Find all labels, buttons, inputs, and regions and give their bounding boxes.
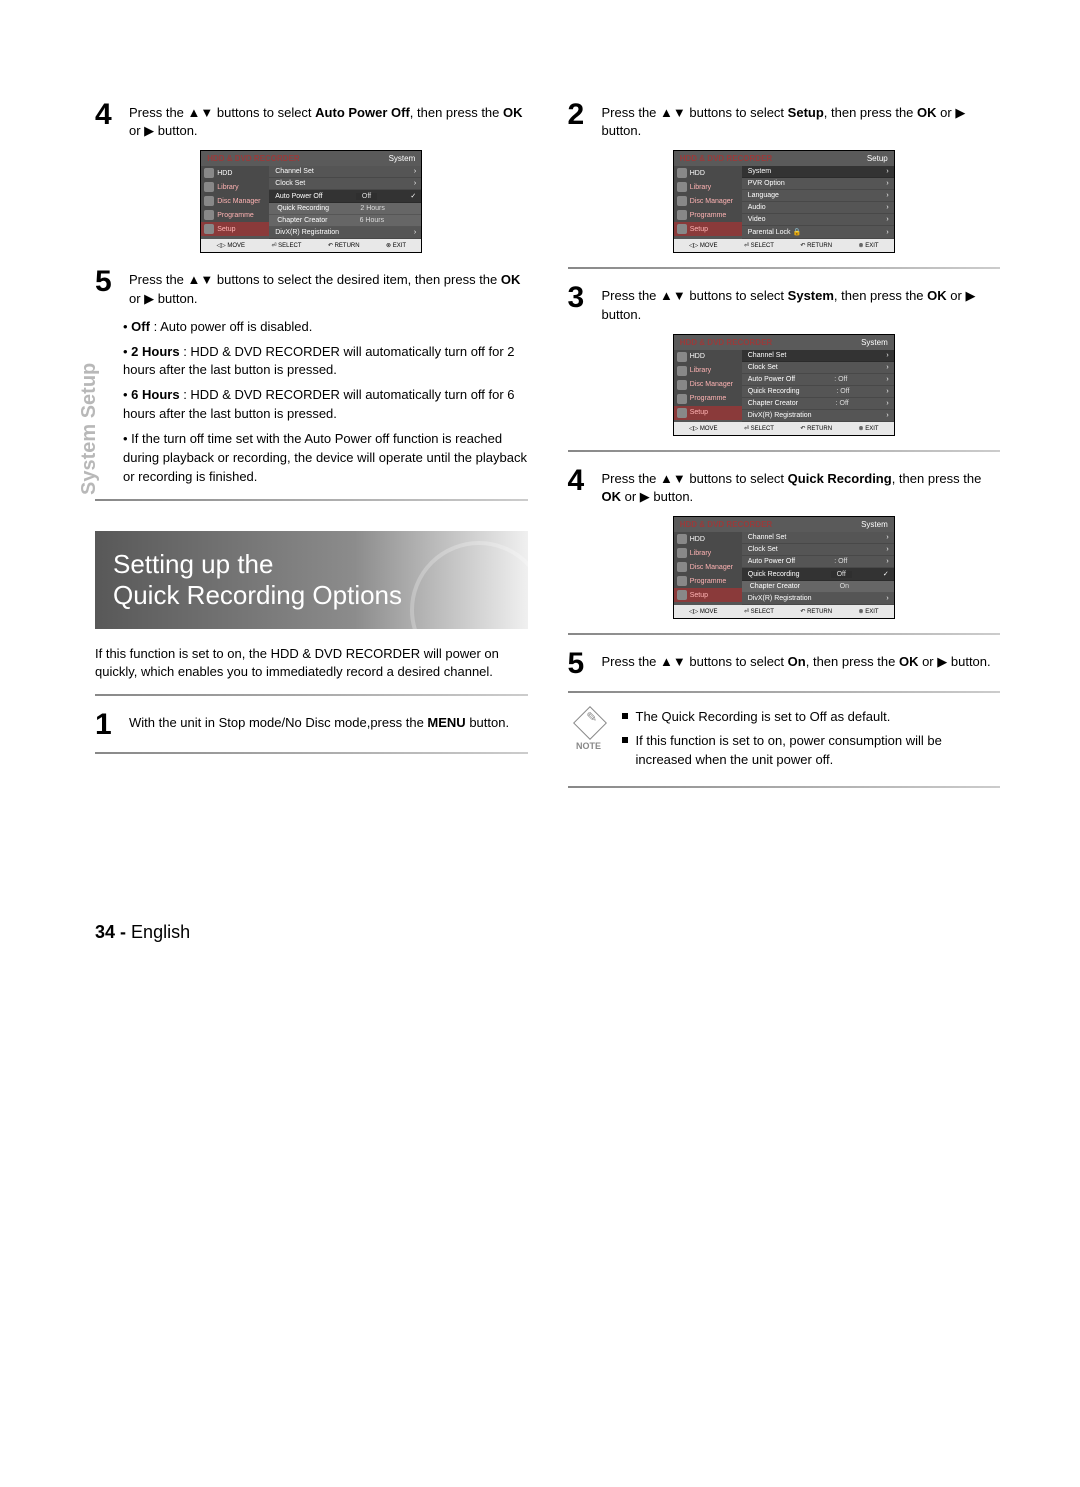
right-step-5: 5 Press the ▲▼ buttons to select On, the…	[568, 649, 1001, 679]
divider	[95, 752, 528, 754]
note-icon: NOTE	[568, 707, 610, 774]
step-number: 2	[568, 100, 592, 140]
page-number: 34 -	[95, 922, 126, 942]
left-step-5: 5 Press the ▲▼ buttons to select the des…	[95, 267, 528, 307]
osd-screenshot-3: HDD & DVD RECORDERSystemHDDLibraryDisc M…	[673, 334, 895, 436]
step-text: Press the ▲▼ buttons to select System, t…	[602, 283, 1001, 323]
divider	[95, 499, 528, 501]
step-text: Press the ▲▼ buttons to select On, then …	[602, 649, 991, 679]
divider	[568, 691, 1001, 693]
banner-line-1: Setting up the	[113, 549, 510, 580]
osd-screenshot-4: HDD & DVD RECORDERSystemHDDLibraryDisc M…	[673, 516, 895, 619]
divider	[95, 694, 528, 696]
section-banner: Setting up the Quick Recording Options	[95, 531, 528, 629]
step-text: With the unit in Stop mode/No Disc mode,…	[129, 710, 509, 740]
step-number: 4	[95, 100, 119, 140]
page-language: English	[131, 922, 190, 942]
divider	[568, 786, 1001, 788]
divider	[568, 633, 1001, 635]
right-step-2: 2 Press the ▲▼ buttons to select Setup, …	[568, 100, 1001, 140]
intro-text: If this function is set to on, the HDD &…	[95, 645, 528, 683]
step-text: Press the ▲▼ buttons to select Setup, th…	[602, 100, 1001, 140]
right-step-4: 4 Press the ▲▼ buttons to select Quick R…	[568, 466, 1001, 506]
left-step-1: 1 With the unit in Stop mode/No Disc mod…	[95, 710, 528, 740]
right-step-3: 3 Press the ▲▼ buttons to select System,…	[568, 283, 1001, 323]
osd-screenshot-1: HDD & DVD RECORDERSystemHDDLibraryDisc M…	[200, 150, 422, 253]
step-number: 1	[95, 710, 119, 740]
step-text: Press the ▲▼ buttons to select the desir…	[129, 267, 528, 307]
note-list: The Quick Recording is set to Off as def…	[622, 707, 1001, 774]
step-text: Press the ▲▼ buttons to select Auto Powe…	[129, 100, 528, 140]
step-text: Press the ▲▼ buttons to select Quick Rec…	[602, 466, 1001, 506]
left-step-4: 4 Press the ▲▼ buttons to select Auto Po…	[95, 100, 528, 140]
page-footer: 34 - English	[95, 922, 1000, 943]
left-column: 4 Press the ▲▼ buttons to select Auto Po…	[95, 100, 528, 802]
osd-screenshot-2: HDD & DVD RECORDERSetupHDDLibraryDisc Ma…	[673, 150, 895, 253]
section-tab: System Setup	[78, 363, 101, 495]
divider	[568, 267, 1001, 269]
options-list: • Off : Auto power off is disabled.• 2 H…	[123, 318, 528, 487]
step-number: 5	[568, 649, 592, 679]
divider	[568, 450, 1001, 452]
right-column: 2 Press the ▲▼ buttons to select Setup, …	[568, 100, 1001, 802]
step-number: 5	[95, 267, 119, 307]
step-number: 4	[568, 466, 592, 506]
note-block: NOTE The Quick Recording is set to Off a…	[568, 707, 1001, 774]
banner-line-2: Quick Recording Options	[113, 580, 510, 611]
step-number: 3	[568, 283, 592, 323]
